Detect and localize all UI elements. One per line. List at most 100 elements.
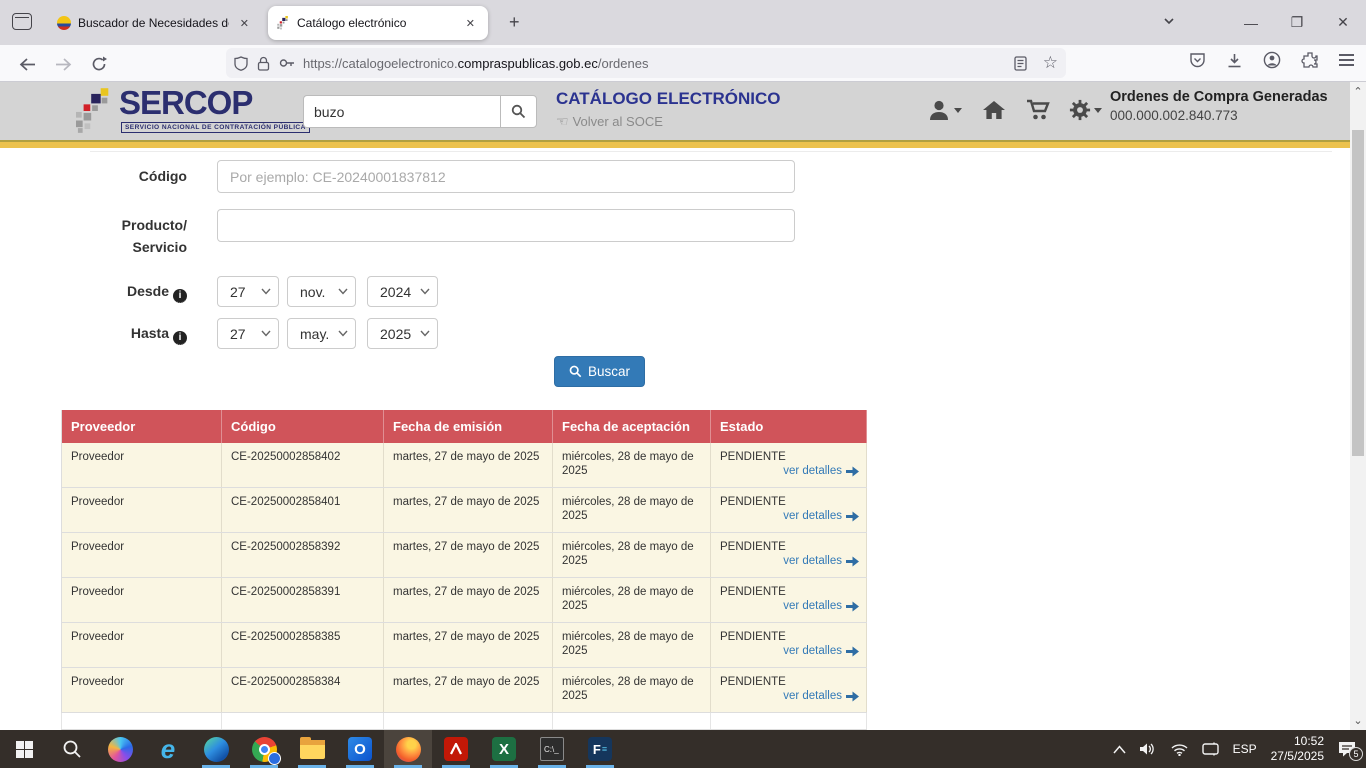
chrome-icon <box>252 737 277 762</box>
home-button[interactable] <box>982 99 1006 121</box>
ver-detalles-link[interactable]: ver detalles <box>783 644 859 658</box>
cell-proveedor: Proveedor <box>61 668 222 712</box>
copilot-icon <box>108 737 133 762</box>
ver-detalles-link[interactable]: ver detalles <box>783 599 859 613</box>
sercop-logo-text[interactable]: SERCOP <box>119 84 252 122</box>
ver-detalles-link[interactable]: ver detalles <box>783 509 859 523</box>
codigo-input[interactable] <box>217 160 795 193</box>
firefox-button[interactable] <box>384 730 432 768</box>
browser-tab-strip: Buscador de Necesidades de Co ✕ Catálogo… <box>0 0 1366 45</box>
info-icon[interactable]: i <box>173 289 187 303</box>
scroll-up-icon[interactable]: ⌃ <box>1352 85 1364 98</box>
account-icon[interactable] <box>1263 51 1281 69</box>
cell-emision: martes, 27 de mayo de 2025 <box>384 533 553 577</box>
edge-icon <box>204 737 229 762</box>
arrow-right-icon <box>846 646 859 657</box>
chevron-down-icon <box>420 330 430 337</box>
back-icon[interactable] <box>14 52 40 76</box>
catalog-search-input[interactable] <box>303 95 500 128</box>
chevron-down-icon <box>338 288 348 295</box>
cell-aceptacion: miércoles, 28 de mayo de 2025 <box>553 443 711 487</box>
f-app-button[interactable]: F≡ <box>576 730 624 768</box>
desde-month-select[interactable]: nov. <box>287 276 356 307</box>
internet-explorer-button[interactable]: e <box>144 730 192 768</box>
arrow-right-icon <box>846 601 859 612</box>
file-explorer-button[interactable] <box>288 730 336 768</box>
table-row: Proveedor CE-20250002858391 martes, 27 d… <box>61 578 867 623</box>
arrow-right-icon <box>846 511 859 522</box>
list-tabs-chevron-icon[interactable] <box>1162 14 1176 28</box>
extensions-puzzle-icon[interactable] <box>1301 51 1319 69</box>
close-icon[interactable]: ✕ <box>462 15 479 32</box>
edge-button[interactable] <box>192 730 240 768</box>
info-icon[interactable]: i <box>173 331 187 345</box>
restore-button[interactable]: ❐ <box>1274 14 1320 31</box>
shield-icon[interactable] <box>234 56 248 71</box>
catalog-search-button[interactable] <box>500 95 537 128</box>
outlook-button[interactable]: O <box>336 730 384 768</box>
ver-detalles-link[interactable]: ver detalles <box>783 689 859 703</box>
firefox-view-icon[interactable] <box>12 13 32 30</box>
tab-buscador[interactable]: Buscador de Necesidades de Co ✕ <box>48 6 262 40</box>
ver-detalles-link[interactable]: ver detalles <box>783 554 859 568</box>
display-connect-icon[interactable] <box>1202 742 1219 756</box>
hasta-day-select[interactable]: 27 <box>217 318 279 349</box>
scroll-down-icon[interactable]: ⌄ <box>1352 714 1364 727</box>
start-button[interactable] <box>0 730 48 768</box>
col-estado: Estado <box>711 410 867 443</box>
ver-detalles-link[interactable]: ver detalles <box>783 464 859 478</box>
url-bar[interactable]: https://catalogoelectronico.compraspubli… <box>226 48 1066 78</box>
taskbar-search-button[interactable] <box>48 730 96 768</box>
new-tab-button[interactable]: + <box>502 11 527 34</box>
close-window-button[interactable]: ✕ <box>1320 14 1366 31</box>
hasta-year-select[interactable]: 2025 <box>367 318 438 349</box>
cell-estado: PENDIENTE ver detalles <box>711 533 867 577</box>
pocket-icon[interactable] <box>1189 52 1206 69</box>
terminal-button[interactable]: C:\_ <box>528 730 576 768</box>
reader-mode-icon[interactable] <box>1014 56 1027 71</box>
wifi-icon[interactable] <box>1171 743 1188 756</box>
tab-catalogo[interactable]: Catálogo electrónico ✕ <box>268 6 488 40</box>
downloads-icon[interactable] <box>1226 52 1243 69</box>
minimize-button[interactable]: — <box>1228 15 1274 31</box>
cell-aceptacion: miércoles, 28 de mayo de 2025 <box>553 578 711 622</box>
copilot-button[interactable] <box>96 730 144 768</box>
volume-icon[interactable] <box>1140 742 1157 756</box>
clock[interactable]: 10:52 27/5/2025 <box>1271 734 1324 764</box>
tray-chevron-up-icon[interactable] <box>1113 745 1126 754</box>
cell-emision: martes, 27 de mayo de 2025 <box>384 668 553 712</box>
orders-table-header: Proveedor Código Fecha de emisión Fecha … <box>61 410 867 443</box>
close-icon[interactable]: ✕ <box>236 15 253 32</box>
page-scrollbar[interactable]: ⌃ ⌄ <box>1350 82 1366 730</box>
forward-icon[interactable] <box>50 52 76 76</box>
cell-emision: martes, 27 de mayo de 2025 <box>384 488 553 532</box>
buscar-button[interactable]: Buscar <box>554 356 645 387</box>
menu-hamburger-icon[interactable] <box>1339 54 1354 66</box>
scrollbar-thumb[interactable] <box>1352 130 1364 456</box>
cell-estado: PENDIENTE ver detalles <box>711 623 867 667</box>
excel-button[interactable]: X <box>480 730 528 768</box>
folder-icon <box>300 740 325 759</box>
gear-icon <box>1068 99 1092 121</box>
bookmark-star-icon[interactable]: ☆ <box>1043 53 1058 73</box>
lock-icon[interactable] <box>257 56 270 71</box>
cell-estado: PENDIENTE ver detalles <box>711 668 867 712</box>
desde-day-select[interactable]: 27 <box>217 276 279 307</box>
volver-al-soce-link[interactable]: ☜ Volver al SOCE <box>556 113 663 130</box>
acrobat-button[interactable] <box>432 730 480 768</box>
language-indicator[interactable]: ESP <box>1233 742 1257 756</box>
notification-center-button[interactable]: 5 <box>1338 741 1356 757</box>
outlook-icon: O <box>348 737 372 761</box>
permission-key-icon[interactable] <box>279 58 295 68</box>
producto-input[interactable] <box>217 209 795 242</box>
chrome-button[interactable] <box>240 730 288 768</box>
page-title: CATÁLOGO ELECTRÓNICO <box>556 89 780 109</box>
settings-menu-button[interactable] <box>1068 99 1102 121</box>
user-menu-button[interactable] <box>928 99 962 121</box>
col-fecha-emision: Fecha de emisión <box>384 410 553 443</box>
search-icon <box>62 739 82 759</box>
desde-year-select[interactable]: 2024 <box>367 276 438 307</box>
reload-icon[interactable] <box>86 52 112 76</box>
hasta-month-select[interactable]: may. <box>287 318 356 349</box>
cart-button[interactable] <box>1026 99 1052 121</box>
